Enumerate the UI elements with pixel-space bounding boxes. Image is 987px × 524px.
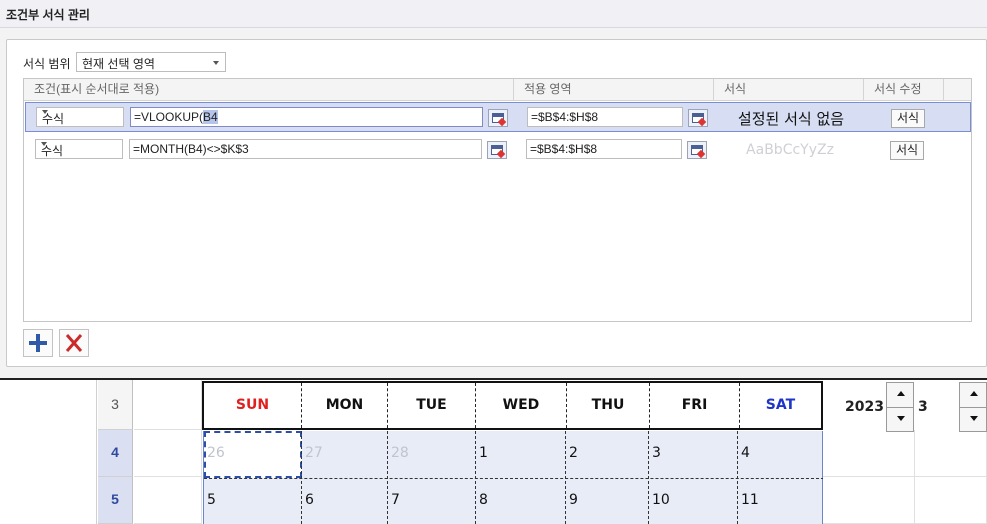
x-icon (65, 334, 83, 352)
rule-row-1[interactable]: 수식 =VLOOKUP(B4 =$B$4:$H$8 설정된 서식 없음 서식 (25, 102, 971, 132)
day-mon[interactable]: MON (302, 383, 387, 428)
date-cell[interactable]: 1 (476, 431, 488, 477)
dialog-title: 조건부 서식 관리 (6, 8, 90, 22)
formula-input[interactable]: =VLOOKUP(B4 (130, 107, 483, 127)
applies-to-input[interactable]: =$B$4:$H$8 (526, 139, 682, 159)
date-cell[interactable]: 10 (649, 478, 670, 524)
year-spinner[interactable] (886, 382, 914, 432)
date-cell[interactable]: 26 (204, 431, 225, 477)
rule-type-select[interactable]: 수식 (35, 139, 123, 159)
sheet-cell[interactable] (915, 430, 987, 477)
formula-selected-text: B4 (203, 110, 218, 124)
conditional-format-dialog: 조건부 서식 관리 서식 범위 현재 선택 영역 조건(표시 순서대로 적용) … (0, 0, 987, 378)
chevron-down-icon (213, 61, 219, 65)
applies-to-input[interactable]: =$B$4:$H$8 (527, 107, 683, 127)
format-preview: 설정된 서식 없음 (737, 110, 845, 128)
row-header-5[interactable]: 5 (98, 477, 133, 524)
sheet-cell[interactable] (823, 430, 915, 477)
add-rule-button[interactable] (23, 329, 53, 357)
table-header: 조건(표시 순서대로 적용) 적용 영역 서식 서식 수정 (24, 79, 971, 101)
sheet-cell[interactable] (134, 380, 202, 430)
day-sat[interactable]: SAT (740, 383, 821, 428)
calendar-header: SUN MON TUE WED THU FRI SAT (202, 381, 823, 430)
day-thu[interactable]: THU (567, 383, 649, 428)
spin-up-icon[interactable] (897, 391, 905, 396)
month-spinner[interactable] (959, 382, 987, 432)
rule-type-select[interactable]: 수식 (36, 107, 124, 127)
title-bar: 조건부 서식 관리 (0, 0, 987, 28)
chevron-down-icon (42, 110, 48, 114)
day-tue[interactable]: TUE (388, 383, 475, 428)
sheet-left-gap (0, 380, 97, 524)
day-fri[interactable]: FRI (650, 383, 739, 428)
date-cell[interactable]: 5 (204, 478, 216, 524)
calendar-body: 26 27 28 1 2 3 4 5 6 7 8 9 10 11 (203, 431, 824, 524)
format-preview: AaBbCcYyZz (746, 142, 834, 158)
range-select[interactable]: 현재 선택 영역 (76, 52, 226, 72)
spin-down-icon[interactable] (970, 416, 978, 421)
year-value: 2023 (845, 399, 884, 415)
date-cell[interactable]: 11 (738, 478, 759, 524)
row-header-3[interactable]: 3 (98, 380, 133, 430)
sheet-cell[interactable] (134, 477, 202, 524)
format-button[interactable]: 서식 (891, 109, 925, 128)
column-header-condition: 조건(표시 순서대로 적용) (24, 79, 514, 100)
formula-input[interactable]: =MONTH(B4)<>$K$3 (129, 139, 482, 159)
sheet-cell[interactable] (134, 430, 202, 477)
range-picker-icon[interactable] (488, 109, 508, 127)
sheet-cell[interactable] (823, 477, 915, 524)
day-sun[interactable]: SUN (204, 383, 301, 428)
range-picker-icon[interactable] (688, 109, 708, 127)
date-cell[interactable]: 9 (566, 478, 578, 524)
rule-row-2[interactable]: 수식 =MONTH(B4)<>$K$3 =$B$4:$H$8 AaBbCcYyZ… (25, 134, 971, 164)
spreadsheet-area: 3 4 5 SUN MON TUE WED THU FRI SAT 26 27 … (0, 378, 987, 524)
date-cell[interactable]: 4 (738, 431, 750, 477)
row-header-4[interactable]: 4 (98, 430, 133, 477)
chevron-down-icon (41, 142, 47, 146)
month-value: 3 (918, 399, 928, 415)
rules-table: 조건(표시 순서대로 적용) 적용 영역 서식 서식 수정 수식 =VLOOKU… (23, 78, 972, 322)
range-picker-icon[interactable] (687, 141, 707, 159)
column-header-edit-format: 서식 수정 (864, 79, 944, 100)
column-header-format: 서식 (714, 79, 864, 100)
date-cell[interactable]: 28 (388, 431, 409, 477)
date-cell[interactable]: 8 (476, 478, 488, 524)
spin-up-icon[interactable] (970, 391, 978, 396)
range-select-value: 현재 선택 영역 (82, 57, 155, 71)
date-cell[interactable]: 7 (388, 478, 400, 524)
date-cell[interactable]: 27 (302, 431, 323, 477)
plus-icon (29, 334, 47, 352)
range-picker-icon[interactable] (487, 141, 507, 159)
date-cell[interactable]: 6 (302, 478, 314, 524)
day-wed[interactable]: WED (476, 383, 566, 428)
range-label: 서식 범위 (23, 57, 71, 71)
formula-text: =VLOOKUP( (134, 110, 204, 124)
delete-rule-button[interactable] (59, 329, 89, 357)
format-button[interactable]: 서식 (890, 141, 924, 160)
column-header-applies-to: 적용 영역 (514, 79, 714, 100)
date-cell[interactable]: 3 (649, 431, 661, 477)
date-cell[interactable]: 2 (566, 431, 578, 477)
spin-down-icon[interactable] (897, 416, 905, 421)
sheet-cell[interactable] (915, 477, 987, 524)
